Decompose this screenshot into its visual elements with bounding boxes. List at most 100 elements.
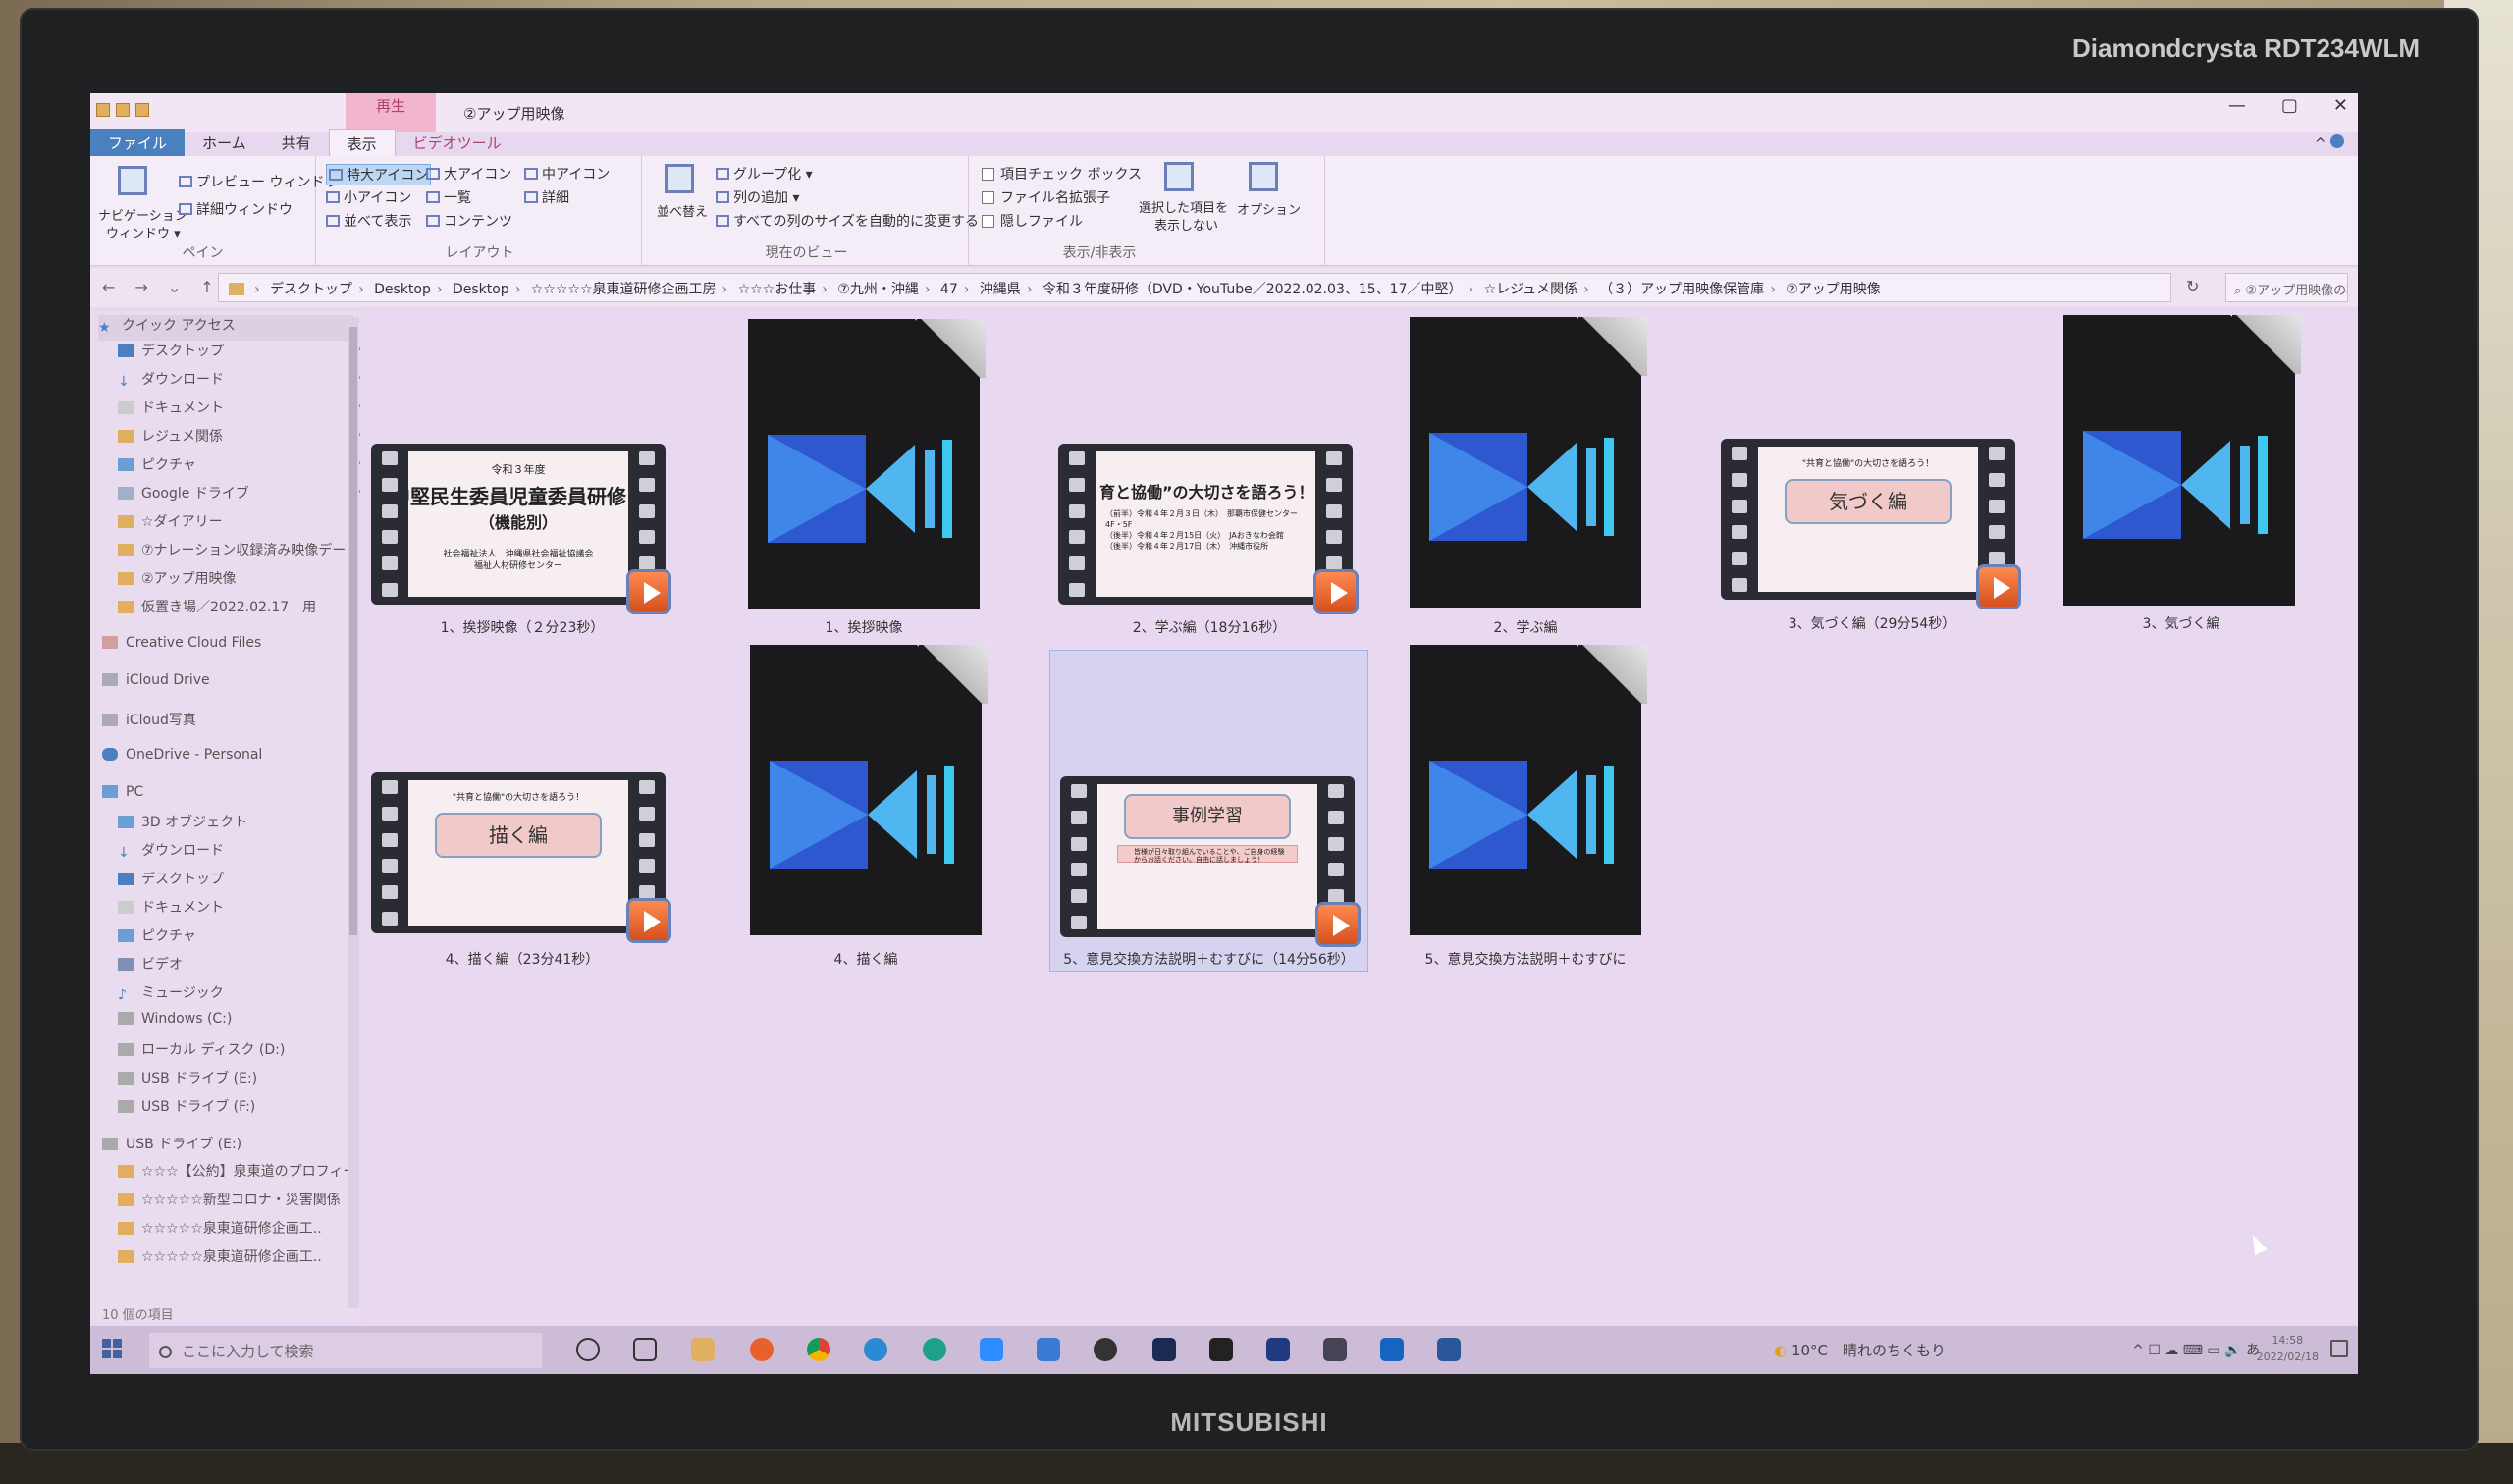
file-item[interactable]: 育と協働”の大切さを語ろう！ （前半）令和４年２月３日（木） 那覇市保健センター… — [1052, 311, 1366, 636]
tab-home[interactable]: ホーム — [185, 129, 264, 156]
breadcrumb-item[interactable]: ☆レジュメ関係 — [1484, 282, 1578, 297]
layout-list[interactable]: 一覧 — [426, 187, 471, 207]
nav-scrollbar-thumb[interactable] — [349, 327, 357, 935]
preview-pane-button[interactable]: プレビュー ウィンドウ — [179, 172, 338, 191]
fit-columns-button[interactable]: すべての列のサイズを自動的に変更する — [716, 211, 979, 231]
camera-icon[interactable] — [1323, 1338, 1347, 1361]
zoom-icon[interactable] — [980, 1338, 1003, 1361]
nav-item-documents[interactable]: ドキュメント📌 — [118, 398, 373, 423]
windows-start-icon[interactable] — [102, 1339, 122, 1358]
breadcrumb-item[interactable]: 沖縄県 — [980, 282, 1021, 297]
maximize-button[interactable]: ▢ — [2281, 95, 2298, 116]
checkbox[interactable] — [982, 215, 994, 228]
refresh-button[interactable]: ↻ — [2186, 277, 2199, 295]
nav-item-drive-f[interactable]: USB ドライブ (F:) — [118, 1096, 373, 1122]
breadcrumb-item[interactable]: ②アップ用映像 — [1786, 282, 1881, 297]
nav-item-icloud-photos[interactable]: iCloud写真 — [102, 710, 357, 735]
properties-icon[interactable] — [116, 103, 130, 117]
nav-item-folder[interactable]: ☆☆☆☆☆新型コロナ・災害関係 — [118, 1190, 373, 1215]
breadcrumb-item[interactable]: 47 — [940, 282, 958, 297]
nav-item-pc[interactable]: PC — [102, 784, 357, 810]
nav-item-folder[interactable]: ⑦ナレーション収録済み映像データ — [118, 540, 373, 565]
nav-quick-access[interactable]: ★ クイック アクセス — [98, 315, 353, 341]
skype-icon[interactable] — [864, 1338, 887, 1361]
nav-item-drive-e-root[interactable]: USB ドライブ (E:) — [102, 1134, 357, 1159]
breadcrumb-item[interactable]: ☆☆☆お仕事 — [738, 282, 817, 297]
app-w-icon[interactable] — [1037, 1338, 1060, 1361]
app-square-icon[interactable] — [1209, 1338, 1233, 1361]
nav-item-videos[interactable]: ビデオ — [118, 954, 373, 980]
nav-item-folder[interactable]: ②アップ用映像 — [118, 568, 373, 594]
nav-item-3d-objects[interactable]: 3D オブジェクト — [118, 812, 373, 837]
item-checkbox-toggle[interactable]: 項目チェック ボックス — [982, 164, 1142, 184]
nav-item-downloads[interactable]: ↓ ダウンロード — [118, 840, 373, 866]
breadcrumb-item[interactable]: Desktop — [453, 282, 509, 297]
cortana-icon[interactable] — [576, 1338, 600, 1361]
options-button[interactable]: オプション — [1237, 199, 1301, 218]
tab-video-tools[interactable]: ビデオツール — [396, 129, 519, 156]
nav-item-folder[interactable]: ☆ダイアリー — [118, 511, 373, 537]
ribbon-collapse[interactable]: ^ — [2315, 134, 2344, 152]
forward-button[interactable]: → — [134, 278, 147, 296]
nav-pane-button-sub[interactable]: ウィンドウ ▾ — [106, 223, 181, 241]
navigation-pane-icon[interactable] — [118, 166, 147, 195]
breadcrumb[interactable]: › デスクトップ › Desktop › Desktop › ☆☆☆☆☆泉東道研修企画… — [218, 273, 2171, 302]
tab-file[interactable]: ファイル — [90, 129, 186, 156]
details-pane-button[interactable]: 詳細ウィンドウ — [179, 199, 293, 219]
word-icon[interactable] — [1437, 1338, 1461, 1361]
nav-item-documents[interactable]: ドキュメント — [118, 897, 373, 923]
breadcrumb-item[interactable]: 令和３年度研修（DVD・YouTube／2022.02.03、15、17／中堅） — [1043, 282, 1463, 297]
nav-item-desktop[interactable]: デスクトップ — [118, 869, 373, 894]
layout-content[interactable]: コンテンツ — [426, 211, 512, 231]
file-extension-toggle[interactable]: ファイル名拡張子 — [982, 187, 1110, 207]
breadcrumb-item[interactable]: ☆☆☆☆☆泉東道研修企画工房 — [531, 282, 717, 297]
file-explorer-icon[interactable] — [691, 1338, 715, 1361]
options-icon[interactable] — [1249, 162, 1278, 191]
layout-large[interactable]: 大アイコン — [426, 164, 511, 184]
tab-share[interactable]: 共有 — [264, 129, 329, 156]
weather-widget[interactable]: ◐ 10°C 晴れのちくもり — [1774, 1340, 1946, 1360]
notification-icon[interactable] — [2330, 1340, 2348, 1357]
nav-item-pictures[interactable]: ピクチャ📌 — [118, 454, 373, 480]
app-circle-icon[interactable] — [1094, 1338, 1117, 1361]
quick-access-toolbar[interactable] — [96, 103, 149, 117]
up-button[interactable]: ↑ — [200, 278, 213, 296]
nav-item-folder[interactable]: レジュメ関係📌 — [118, 426, 373, 451]
back-button[interactable]: ← — [102, 278, 115, 296]
dropdown-button[interactable]: ⌄ — [168, 278, 181, 296]
breadcrumb-item[interactable]: デスクトップ — [270, 282, 352, 297]
nav-item-desktop[interactable]: デスクトップ📌 — [118, 341, 373, 366]
nav-item-creative-cloud[interactable]: Creative Cloud Files — [102, 635, 357, 661]
system-tray[interactable]: ^ ☐ ☁ ⌨ ▭ 🔊 あ — [2132, 1340, 2260, 1359]
layout-extra-large[interactable]: 特大アイコン — [326, 164, 432, 186]
nav-item-drive-d[interactable]: ローカル ディスク (D:) — [118, 1039, 373, 1065]
app-video-icon[interactable] — [1152, 1338, 1176, 1361]
checkbox[interactable] — [982, 168, 994, 181]
breadcrumb-item[interactable]: （３）アップ用映像保管庫 — [1599, 282, 1764, 297]
nav-item-onedrive[interactable]: OneDrive - Personal — [102, 747, 357, 772]
edge-icon[interactable] — [923, 1338, 946, 1361]
nav-item-pictures[interactable]: ピクチャ — [118, 926, 373, 951]
chrome-icon[interactable] — [807, 1338, 830, 1361]
checkbox[interactable] — [982, 191, 994, 204]
firefox-icon[interactable] — [750, 1338, 774, 1361]
taskbar-search[interactable]: ここに入力して検索 — [149, 1333, 542, 1368]
breadcrumb-item[interactable]: ⑦九州・沖縄 — [837, 282, 919, 297]
layout-tiles[interactable]: 並べて表示 — [326, 211, 411, 231]
sort-icon[interactable] — [665, 164, 694, 193]
nav-item-downloads[interactable]: ↓ダウンロード📌 — [118, 369, 373, 395]
nav-item-folder[interactable]: ☆☆☆☆☆泉東道研修企画工.. — [118, 1246, 373, 1272]
hidden-files-toggle[interactable]: 隠しファイル — [982, 211, 1083, 231]
layout-medium[interactable]: 中アイコン — [524, 164, 610, 184]
nav-item-icloud-drive[interactable]: iCloud Drive — [102, 672, 357, 698]
nav-scrollbar[interactable] — [348, 317, 359, 1308]
search-input[interactable]: ⌕ ②アップ用映像の検索 — [2225, 273, 2348, 302]
group-by-button[interactable]: グループ化 ▾ — [716, 164, 813, 184]
hide-selected-button[interactable]: 選択した項目を — [1139, 197, 1228, 216]
task-view-icon[interactable] — [633, 1338, 657, 1361]
nav-pane-button[interactable]: ナビゲーション — [98, 205, 187, 224]
add-columns-button[interactable]: 列の追加 ▾ — [716, 187, 799, 207]
nav-item-folder[interactable]: ☆☆☆【公約】泉東道のプロフィー — [118, 1161, 373, 1187]
close-button[interactable]: ✕ — [2333, 95, 2348, 116]
minimize-button[interactable]: — — [2228, 95, 2246, 116]
